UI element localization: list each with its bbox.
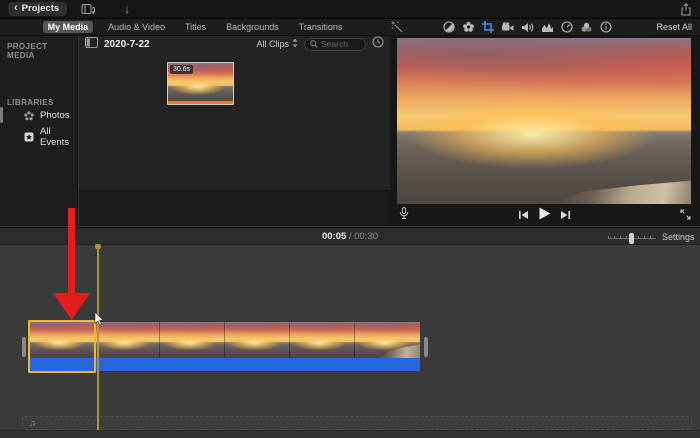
back-chevron-icon: ‹: [14, 4, 18, 13]
projects-back-button[interactable]: ‹ Projects: [8, 2, 67, 16]
top-toolbar: ‹ Projects ↓: [0, 0, 700, 19]
fullscreen-icon[interactable]: [680, 207, 691, 225]
playhead[interactable]: [97, 244, 99, 430]
event-title: 2020-7-22: [104, 39, 150, 50]
playhead-knob[interactable]: [95, 244, 101, 249]
filmstrip-frame: [290, 322, 355, 358]
background-music-well[interactable]: ♫: [22, 416, 692, 430]
clip-duration-badge: 30.6s: [170, 65, 193, 74]
share-icon[interactable]: [680, 3, 692, 16]
all-events-star-icon: [24, 132, 34, 142]
noise-reduction-icon[interactable]: [541, 22, 554, 33]
current-time: 00:05: [322, 231, 346, 242]
libraries-sidebar: PROJECT MEDIA LIBRARIES Photos All Event…: [0, 36, 78, 226]
sidebar-scrollbar[interactable]: [0, 107, 3, 123]
filmstrip-frame: [160, 322, 225, 358]
imovie-window: ‹ Projects ↓ My Media Audio & Video Ti: [0, 0, 700, 438]
reset-all-button[interactable]: Reset All: [656, 22, 692, 32]
media-browser-header: 2020-7-22 All Clips: [79, 36, 390, 52]
video-preview[interactable]: [397, 38, 691, 204]
zoom-slider-thumb[interactable]: [629, 233, 634, 244]
media-clip-thumbnail[interactable]: 30.6s: [167, 62, 234, 105]
media-tabs: My Media Audio & Video Titles Background…: [0, 19, 390, 36]
tab-audio-video[interactable]: Audio & Video: [103, 21, 170, 33]
total-duration: 00:30: [354, 231, 378, 242]
sidebar-item-all-events[interactable]: All Events: [0, 123, 77, 150]
search-icon: [310, 40, 318, 48]
play-button-icon[interactable]: [538, 207, 551, 225]
tab-titles[interactable]: Titles: [180, 21, 211, 33]
timeline-zoom-slider[interactable]: [608, 236, 656, 239]
clip-trim-handle-right[interactable]: [424, 337, 428, 357]
libraries-heading: LIBRARIES: [0, 92, 77, 107]
clip-trim-handle-left[interactable]: [22, 337, 26, 357]
filters-icon[interactable]: [580, 22, 593, 33]
search-input[interactable]: [321, 39, 365, 49]
sidebar-item-photos[interactable]: Photos: [0, 107, 77, 123]
media-import-icon[interactable]: [81, 3, 96, 15]
skip-back-icon[interactable]: [518, 207, 529, 225]
filmstrip-frame: [355, 322, 420, 358]
sidebar-toggle-icon[interactable]: [85, 35, 98, 53]
photos-label: Photos: [40, 110, 70, 121]
timeline-clip[interactable]: [30, 322, 420, 372]
tab-backgrounds[interactable]: Backgrounds: [221, 21, 284, 33]
download-arrow-icon[interactable]: ↓: [124, 2, 130, 16]
timeline[interactable]: ♫: [0, 246, 700, 438]
all-events-label: All Events: [40, 126, 77, 148]
dropdown-chevrons-icon[interactable]: [292, 35, 298, 53]
crop-icon[interactable]: [482, 21, 494, 33]
filmstrip-frame: [225, 322, 290, 358]
project-media-heading: PROJECT MEDIA: [0, 36, 77, 60]
adjustments-toolbar: Reset All: [390, 19, 700, 36]
clip-appearance-icon[interactable]: [372, 35, 384, 53]
volume-icon[interactable]: [521, 22, 534, 33]
mouse-cursor: [94, 312, 104, 326]
timecode-display: 00:05 / 00:30: [0, 231, 700, 242]
clip-filter-dropdown[interactable]: All Clips: [256, 39, 289, 49]
speed-icon[interactable]: [561, 21, 573, 33]
beach-shore: [556, 177, 691, 204]
color-correction-icon[interactable]: [462, 21, 475, 33]
playback-controls: [390, 206, 700, 226]
clip-favorite-bar: [168, 101, 233, 104]
stabilization-camera-icon[interactable]: [501, 22, 514, 33]
filmstrip-frame: [95, 322, 160, 358]
skip-forward-icon[interactable]: [560, 207, 571, 225]
search-field[interactable]: [304, 38, 366, 51]
selected-clip-range[interactable]: [28, 320, 96, 373]
projects-label: Projects: [22, 3, 60, 14]
tab-my-media[interactable]: My Media: [43, 21, 94, 33]
timeline-header: 00:05 / 00:30 Settings: [0, 227, 700, 245]
media-browser: 2020-7-22 All Clips 30.6s: [79, 36, 390, 226]
timeline-settings-button[interactable]: Settings: [662, 232, 695, 242]
info-icon[interactable]: [600, 21, 612, 33]
photos-flower-icon: [24, 111, 34, 121]
tab-transitions[interactable]: Transitions: [294, 21, 348, 33]
media-browser-footer-area: [79, 190, 390, 226]
viewer-pane: [390, 36, 700, 226]
timeline-bottom-strip: [0, 430, 700, 438]
enhance-wand-icon[interactable]: [391, 21, 403, 33]
microphone-icon[interactable]: [399, 207, 409, 225]
color-balance-icon[interactable]: [443, 21, 455, 33]
music-note-icon: ♫: [29, 418, 36, 428]
